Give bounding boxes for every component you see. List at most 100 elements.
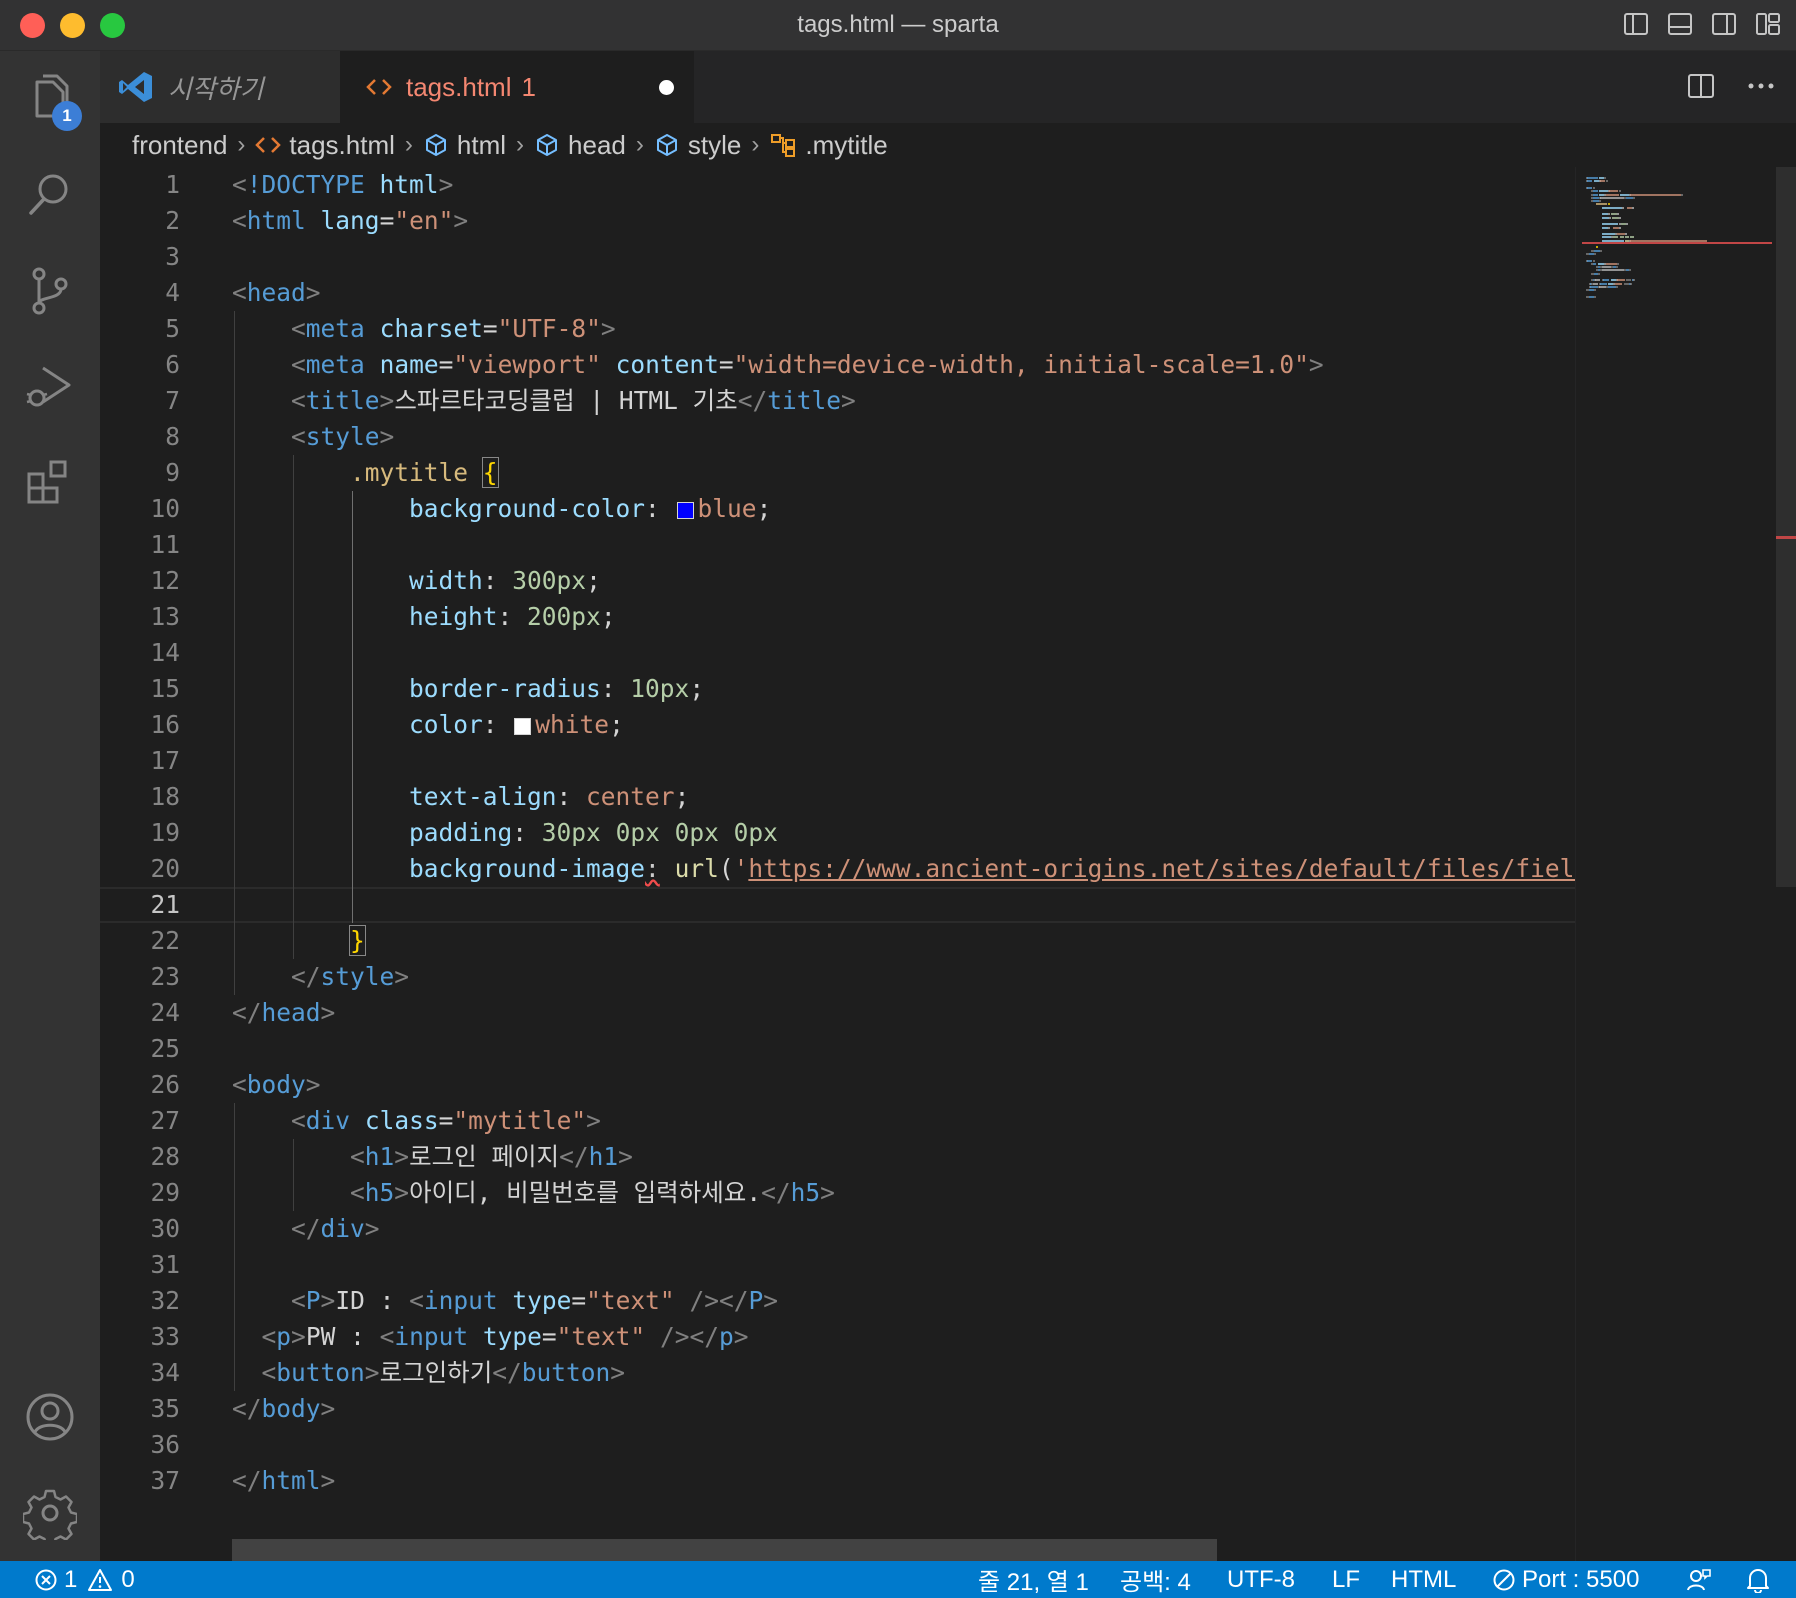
- breadcrumb-head[interactable]: head: [534, 130, 626, 161]
- code-line[interactable]: 1 <!DOCTYPE html>: [100, 167, 1575, 203]
- minimap-line: [1589, 285, 1598, 288]
- code-line[interactable]: 33 <p>PW : <input type="text" /></p>: [100, 1319, 1575, 1355]
- code-line[interactable]: 22 }: [100, 923, 1575, 959]
- activity-search[interactable]: [0, 147, 100, 243]
- code-text: </head>: [232, 998, 336, 1027]
- breadcrumb-style[interactable]: style: [654, 130, 741, 161]
- code-line[interactable]: 6 <meta name="viewport" content="width=d…: [100, 347, 1575, 383]
- indent-guide: [293, 455, 294, 959]
- code-line[interactable]: 10 background-color: blue;: [100, 491, 1575, 527]
- activity-explorer[interactable]: 1: [0, 51, 100, 147]
- problems-status[interactable]: 1 0: [34, 1561, 135, 1598]
- code-line[interactable]: 27 <div class="mytitle">: [100, 1103, 1575, 1139]
- cursor-position[interactable]: 줄 21, 열 1: [978, 1561, 1089, 1598]
- horizontal-scrollbar[interactable]: [232, 1539, 1217, 1561]
- encoding[interactable]: UTF-8: [1227, 1561, 1295, 1598]
- feedback-icon[interactable]: [1686, 1561, 1712, 1598]
- vertical-scrollbar-thumb[interactable]: [1776, 167, 1796, 887]
- code-line[interactable]: 23 </style>: [100, 959, 1575, 995]
- code-line[interactable]: 16 color: white;: [100, 707, 1575, 743]
- tab-tags-html[interactable]: tags.html 1: [340, 51, 694, 123]
- breadcrumb-html[interactable]: html: [423, 130, 506, 161]
- code-text: <button>로그인하기</button>: [261, 1358, 626, 1387]
- code-line[interactable]: 11: [100, 527, 1575, 563]
- minimap-line: [1632, 196, 1635, 199]
- code-line[interactable]: 26 <body>: [100, 1067, 1575, 1103]
- more-actions-icon[interactable]: [1746, 71, 1776, 101]
- toggle-primary-sidebar-icon[interactable]: [1622, 10, 1650, 38]
- code-line[interactable]: 7 <title>스파르타코딩클럽 | HTML 기초</title>: [100, 383, 1575, 419]
- end-of-line[interactable]: LF: [1332, 1561, 1360, 1598]
- code-line[interactable]: 13 height: 200px;: [100, 599, 1575, 635]
- breadcrumb-selector[interactable]: .mytitle: [769, 130, 888, 161]
- code-line[interactable]: 30 </div>: [100, 1211, 1575, 1247]
- minimap-line: [1601, 223, 1619, 226]
- minimap-line: [1608, 226, 1611, 229]
- code-editor[interactable]: 1 <!DOCTYPE html> 2 <html lang="en"> 3 4 <head…: [100, 167, 1575, 1561]
- tab-tags-html-label: tags.html: [406, 71, 512, 102]
- code-line[interactable]: 25: [100, 1031, 1575, 1067]
- indentation[interactable]: 공백: 4: [1120, 1561, 1191, 1598]
- code-line[interactable]: 20 background-image: url('https://www.an…: [100, 851, 1575, 887]
- code-line[interactable]: 2 <html lang="en">: [100, 203, 1575, 239]
- minimap-line: [1625, 233, 1627, 236]
- activity-manage[interactable]: [0, 1465, 100, 1561]
- minimap-line: [1595, 279, 1601, 282]
- code-line[interactable]: 24 </head>: [100, 995, 1575, 1031]
- language-mode[interactable]: HTML: [1391, 1561, 1456, 1598]
- activity-accounts[interactable]: [0, 1369, 100, 1465]
- code-line[interactable]: 3: [100, 239, 1575, 275]
- code-line[interactable]: 9 .mytitle {: [100, 455, 1575, 491]
- code-line[interactable]: 36: [100, 1427, 1575, 1463]
- code-line[interactable]: 15 border-radius: 10px;: [100, 671, 1575, 707]
- error-marker: [1776, 536, 1796, 539]
- vertical-scrollbar[interactable]: [1776, 167, 1796, 1561]
- code-line[interactable]: 37 </html>: [100, 1463, 1575, 1499]
- code-line[interactable]: 4 <head>: [100, 275, 1575, 311]
- account-icon: [23, 1390, 77, 1444]
- code-line[interactable]: 19 padding: 30px 0px 0px 0px: [100, 815, 1575, 851]
- line-number: 30: [150, 1214, 180, 1243]
- minimap[interactable]: [1575, 167, 1776, 1561]
- split-editor-icon[interactable]: [1686, 71, 1716, 101]
- code-line[interactable]: 28 <h1>로그인 페이지</h1>: [100, 1139, 1575, 1175]
- breadcrumb-file[interactable]: tags.html: [255, 130, 395, 161]
- code-text: background-image: url('https://www.ancie…: [409, 854, 1575, 883]
- code-line[interactable]: 14: [100, 635, 1575, 671]
- activity-run-debug[interactable]: [0, 339, 100, 435]
- line-number: 1: [165, 170, 180, 199]
- color-swatch[interactable]: [676, 502, 694, 519]
- toggle-panel-icon[interactable]: [1666, 10, 1694, 38]
- code-line[interactable]: 17: [100, 743, 1575, 779]
- code-line[interactable]: 31: [100, 1247, 1575, 1283]
- code-line[interactable]: 8 <style>: [100, 419, 1575, 455]
- customize-layout-icon[interactable]: [1754, 10, 1782, 38]
- minimap-line: [1592, 186, 1595, 189]
- notifications-bell-icon[interactable]: [1746, 1561, 1770, 1598]
- line-number: 21: [150, 890, 180, 919]
- minimap-line: [1599, 200, 1601, 203]
- breadcrumb-folder[interactable]: frontend: [132, 130, 227, 161]
- tab-welcome[interactable]: 시작하기: [100, 51, 340, 123]
- code-line[interactable]: 29 <h5>아이디, 비밀번호를 입력하세요.</h5>: [100, 1175, 1575, 1211]
- symbol-element-icon: [654, 132, 688, 158]
- live-server-port[interactable]: Port : 5500: [1492, 1561, 1639, 1598]
- minimap-line: [1587, 180, 1593, 183]
- unsaved-changes-dot[interactable]: [659, 80, 674, 95]
- code-line[interactable]: 34 <button>로그인하기</button>: [100, 1355, 1575, 1391]
- code-line[interactable]: 32 <P>ID : <input type="text" /></P>: [100, 1283, 1575, 1319]
- line-number: 7: [165, 386, 180, 415]
- line-number: 3: [165, 242, 180, 271]
- breadcrumb: frontend › tags.html › html › head › sty…: [100, 123, 1575, 167]
- code-line[interactable]: 12 width: 300px;: [100, 563, 1575, 599]
- code-line[interactable]: 18 text-align: center;: [100, 779, 1575, 815]
- activity-extensions[interactable]: [0, 435, 100, 531]
- color-swatch[interactable]: [514, 718, 532, 735]
- code-line[interactable]: 5 <meta charset="UTF-8">: [100, 311, 1575, 347]
- code-line[interactable]: 21: [100, 887, 1575, 923]
- activity-source-control[interactable]: [0, 243, 100, 339]
- minimap-line: [1592, 282, 1598, 285]
- toggle-secondary-sidebar-icon[interactable]: [1710, 10, 1738, 38]
- line-number: 29: [150, 1178, 180, 1207]
- code-line[interactable]: 35 </body>: [100, 1391, 1575, 1427]
